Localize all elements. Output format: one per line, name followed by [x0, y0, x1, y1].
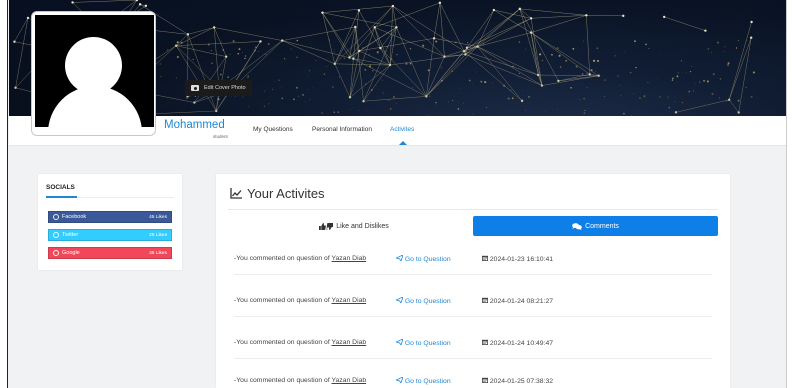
paper-plane-icon	[394, 296, 404, 304]
line-chart-icon	[230, 188, 242, 199]
activity-date: 2024-01-25 07:38:32	[482, 377, 553, 385]
tab-comments-label: Comments	[585, 222, 619, 230]
divider	[228, 209, 718, 210]
twitter-likes: 25 Likes	[149, 232, 167, 238]
paper-plane-icon	[394, 376, 404, 384]
tab-comments[interactable]: Comments	[473, 216, 718, 236]
activity-date: 2024-01-23 16:10:41	[482, 255, 553, 263]
calendar-icon	[482, 339, 488, 345]
paper-plane-icon	[394, 254, 404, 262]
socials-title-underline	[46, 196, 77, 198]
thumbs-icon	[319, 222, 334, 230]
calendar-icon	[482, 297, 488, 303]
activities-title: Your Activites	[247, 186, 325, 201]
go-to-question-link[interactable]: Go to Question	[394, 296, 451, 305]
divider	[234, 358, 712, 359]
go-to-question-link[interactable]: Go to Question	[394, 254, 451, 263]
twitter-label: Twitter	[62, 232, 79, 238]
tab-personal-information[interactable]: Personal Information	[312, 126, 372, 133]
google-label: Google	[62, 250, 80, 256]
list-item: -You commented on question of Yazan Diab…	[234, 247, 712, 275]
socials-title: SOCIALS	[46, 184, 75, 191]
activities-card: Your Activites Like and Dislikes Comment…	[216, 174, 730, 388]
twitter-button[interactable]: Twitter 25 Likes	[48, 229, 172, 241]
comments-icon	[572, 222, 582, 230]
list-item: -You commented on question of Yazan Diab…	[234, 369, 712, 388]
edit-cover-label: Edit Cover Photo	[204, 85, 246, 91]
tab-my-questions[interactable]: My Questions	[253, 126, 293, 133]
google-likes: 35 Likes	[149, 250, 167, 256]
calendar-icon	[482, 255, 488, 261]
profile-name: Mohammed	[164, 119, 225, 131]
go-to-question-link[interactable]: Go to Question	[394, 338, 451, 347]
activity-text: -You commented on question of Yazan Diab	[234, 255, 367, 262]
author-link[interactable]: Yazan Diab	[332, 339, 367, 346]
tab-likes-dislikes[interactable]: Like and Dislikes	[234, 216, 474, 236]
activity-text: -You commented on question of Yazan Diab	[234, 297, 367, 304]
tab-activites[interactable]: Activites	[390, 126, 414, 133]
author-link[interactable]: Yazan Diab	[332, 377, 367, 384]
avatar-image	[35, 15, 154, 127]
avatar[interactable]	[31, 11, 156, 136]
list-item: -You commented on question of Yazan Diab…	[234, 331, 712, 359]
activity-date: 2024-01-24 10:49:47	[482, 339, 553, 347]
divider	[234, 316, 712, 317]
facebook-label: Facebook	[62, 214, 87, 220]
facebook-icon	[53, 214, 59, 220]
go-to-question-link[interactable]: Go to Question	[394, 376, 451, 385]
scrollbar-track[interactable]	[786, 0, 792, 388]
socials-card: SOCIALS Facebook 45 Likes Twitter 25 Lik…	[38, 174, 182, 270]
activity-text: -You commented on question of Yazan Diab	[234, 339, 367, 346]
author-link[interactable]: Yazan Diab	[332, 255, 367, 262]
profile-role: student	[213, 134, 228, 139]
activity-date: 2024-01-24 08:21:27	[482, 297, 553, 305]
facebook-likes: 45 Likes	[149, 214, 167, 220]
calendar-icon	[482, 377, 488, 383]
paper-plane-icon	[394, 338, 404, 346]
twitter-icon	[53, 232, 59, 238]
facebook-button[interactable]: Facebook 45 Likes	[48, 211, 172, 223]
google-icon	[53, 250, 59, 256]
activities-heading: Your Activites	[230, 186, 325, 201]
google-button[interactable]: Google 35 Likes	[48, 247, 172, 259]
divider	[234, 274, 712, 275]
camera-icon	[191, 85, 199, 91]
tab-likes-label: Like and Dislikes	[336, 222, 389, 230]
author-link[interactable]: Yazan Diab	[332, 297, 367, 304]
active-tab-indicator	[399, 141, 407, 145]
left-edge	[0, 0, 8, 388]
list-item: -You commented on question of Yazan Diab…	[234, 289, 712, 317]
edit-cover-button[interactable]: Edit Cover Photo	[185, 80, 252, 96]
avatar-body-shape	[48, 86, 142, 127]
activity-text: -You commented on question of Yazan Diab	[234, 377, 367, 384]
